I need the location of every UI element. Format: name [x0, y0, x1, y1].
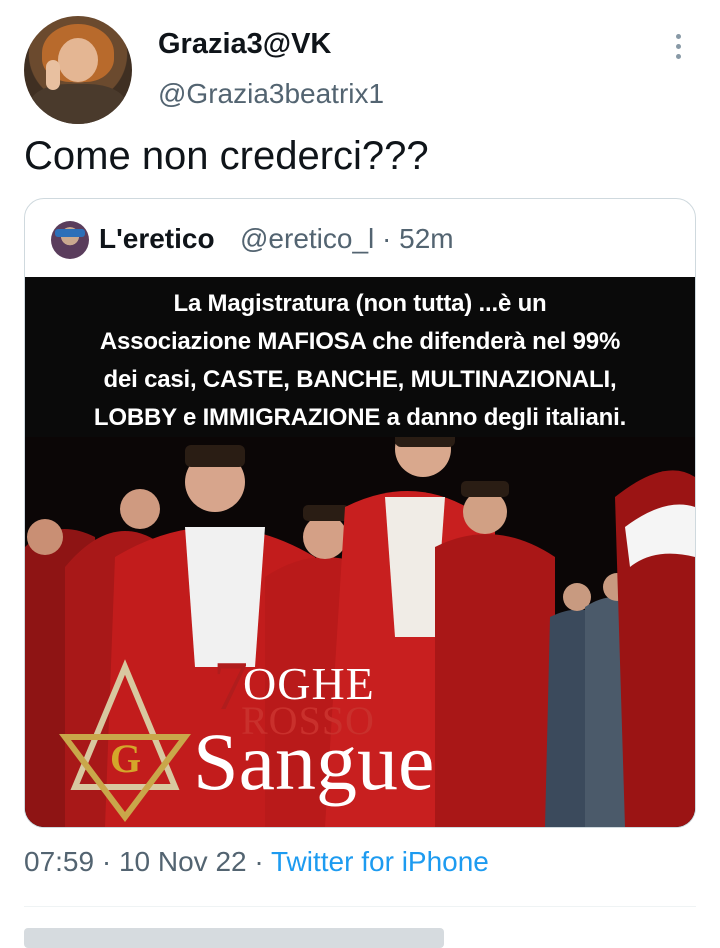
quoted-author-meta: @eretico_l · 52m	[240, 223, 454, 255]
author-avatar[interactable]	[24, 16, 132, 124]
quoted-author-handle: @eretico_l	[240, 223, 375, 254]
tweet-header: Grazia3@VK @Grazia3beatrix1	[0, 0, 720, 130]
image-caption-line: LOBBY e IMMIGRAZIONE a danno degli itali…	[93, 404, 627, 431]
meta-separator: ·	[382, 223, 400, 254]
author-handle[interactable]: @Grazia3beatrix1	[158, 78, 384, 110]
tweet-footer-meta: 07:59 · 10 Nov 22 · Twitter for iPhone	[24, 846, 489, 878]
more-options-icon[interactable]	[670, 34, 686, 64]
logo-line-sangue: Sangue	[193, 716, 435, 807]
image-caption-line: Associazione MAFIOSA che difenderà nel 9…	[99, 328, 621, 355]
image-caption-line: La Magistratura (non tutta) ...è un	[173, 290, 547, 317]
tweet-source-link[interactable]: Twitter for iPhone	[271, 846, 489, 877]
image-caption: La Magistratura (non tutta) ...è un Asso…	[45, 285, 675, 437]
quoted-author-display-name: L'eretico	[99, 223, 215, 254]
svg-text:G: G	[110, 736, 141, 781]
meta-separator: ·	[254, 846, 271, 877]
quoted-author-avatar[interactable]	[51, 221, 89, 259]
author-display-name[interactable]: Grazia3@VK	[158, 28, 331, 61]
quoted-time-ago: 52m	[399, 223, 454, 254]
tweet-date[interactable]: 10 Nov 22	[119, 846, 247, 877]
quoted-tweet-image[interactable]: La Magistratura (non tutta) ...è un Asso…	[25, 277, 695, 827]
tweet-time[interactable]: 07:59	[24, 846, 94, 877]
quoted-tweet-card[interactable]: L'eretico @eretico_l · 52m La Magistratu…	[24, 198, 696, 828]
divider	[24, 906, 696, 907]
image-caption-line: dei casi, CASTE, BANCHE, MULTINAZIONALI,	[103, 366, 617, 393]
cut-off-content	[24, 928, 444, 948]
tweet-text: Come non crederci???	[24, 134, 429, 178]
meta-separator: ·	[101, 846, 119, 877]
